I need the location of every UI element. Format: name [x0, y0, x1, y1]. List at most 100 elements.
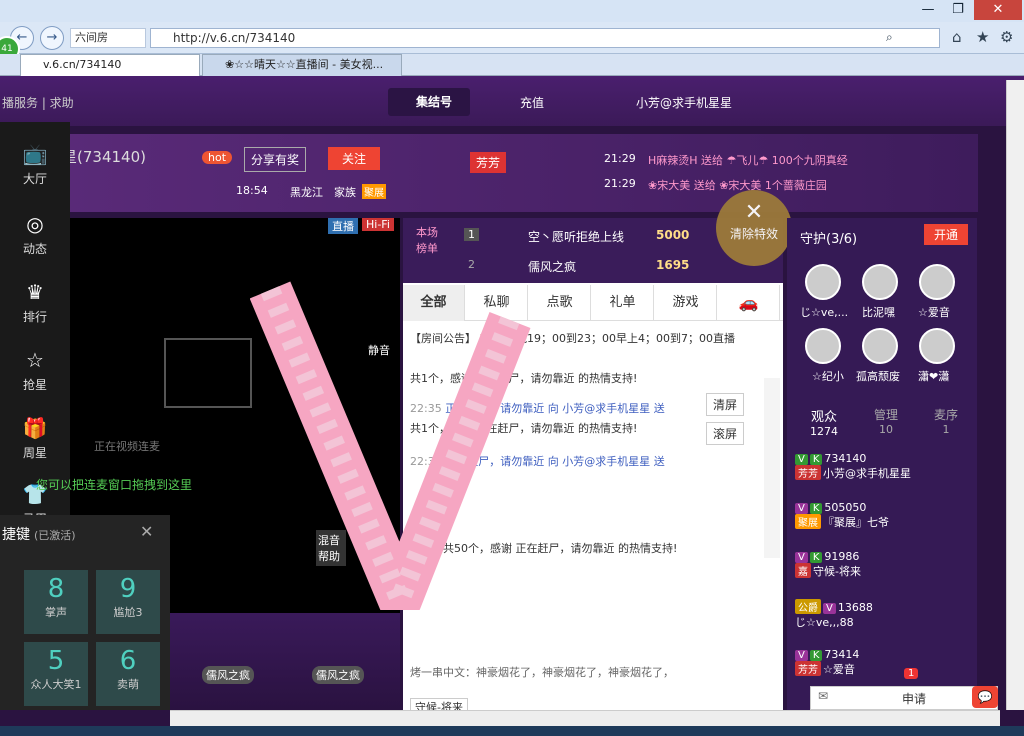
close-icon[interactable]: ✕	[140, 522, 153, 541]
gather-button[interactable]: 集结号	[388, 88, 470, 116]
family-badge: 聚展	[362, 184, 386, 199]
clear-screen-button[interactable]: 清屏	[706, 393, 745, 416]
vip-badge: V	[795, 454, 808, 465]
guard-avatar-5[interactable]	[862, 328, 898, 364]
msg-count-badge: 1	[904, 668, 919, 679]
recharge-link[interactable]: 充值	[520, 94, 544, 111]
shortcut-status: (已激活)	[34, 529, 76, 542]
waiting-text: 正在视频连麦	[94, 440, 160, 453]
rank-2-score: 1695	[656, 258, 690, 272]
gear-icon[interactable]: ⚙	[1000, 28, 1013, 46]
guard-avatar-2[interactable]	[862, 264, 898, 300]
header-links[interactable]: 播服务 | 求助	[2, 94, 74, 111]
rank-2-name[interactable]: 儒风之疯	[528, 258, 576, 275]
chat-scrollbar[interactable]	[764, 378, 780, 558]
key-9[interactable]: 9 尴尬3	[96, 570, 160, 634]
rank-1-score: 5000	[656, 228, 690, 242]
guard-avatar-3[interactable]	[919, 264, 955, 300]
rank-2-num: 2	[468, 258, 475, 271]
sidebar-item-star[interactable]: ☆ 抢星	[0, 336, 70, 402]
feed-time-2: 21:29	[604, 177, 636, 190]
star-icon[interactable]: ★	[976, 28, 989, 46]
home-icon[interactable]: ⌂	[952, 28, 962, 46]
rank-label[interactable]: 本场榜单	[416, 224, 446, 256]
car-icon[interactable]: 🚗	[718, 285, 780, 321]
site-header	[0, 76, 1024, 126]
list-item[interactable]: 公爵 V 13688 じ☆ve,,,88	[795, 599, 975, 647]
hot-badge: hot	[202, 151, 233, 164]
tab-second[interactable]: ❀☆☆晴天☆☆直播间 - 美女视...	[202, 54, 402, 76]
page-scrollbar[interactable]	[1006, 80, 1024, 710]
open-guard-button[interactable]: 开通	[924, 224, 969, 245]
guard-name-1: じ☆ve,...	[800, 306, 849, 319]
tab-queue[interactable]: 麦序 1	[926, 406, 966, 436]
vip-badge: V	[823, 603, 836, 614]
room-time: 18:54	[236, 184, 268, 197]
star-outline-icon: ☆	[26, 348, 44, 372]
apply-button[interactable]: 申请	[902, 690, 926, 707]
vip-badge: V	[795, 503, 808, 514]
scroll-lock-button[interactable]: 滚屏	[706, 422, 745, 445]
search-icon[interactable]: ⌕	[886, 30, 893, 45]
broadcast-line: 烤一串中文：神豪烟花了，神豪烟花了，神豪烟花了，	[410, 666, 674, 679]
seat-area	[170, 613, 400, 710]
key-8[interactable]: 8 掌声	[24, 570, 88, 634]
list-item[interactable]: V K 91986 嘉守候-将来	[795, 550, 975, 598]
close-button[interactable]: ✕	[974, 0, 1022, 20]
guard-name-5: 孤高颓废	[856, 370, 900, 383]
key-6[interactable]: 6 卖萌	[96, 642, 160, 706]
guard-avatar-1[interactable]	[805, 264, 841, 300]
tv-icon: 📺	[22, 142, 48, 166]
chat-bubble-icon[interactable]: 💬	[972, 686, 998, 708]
forward-button[interactable]: →	[40, 26, 64, 50]
horizontal-scrollbar[interactable]	[170, 710, 1000, 726]
feed-text-2: ❀宋大美 送给 ❀宋大美 1个蔷薇庄园	[648, 179, 827, 192]
k-badge: K	[809, 454, 823, 465]
close-icon: ✕	[744, 200, 764, 225]
shortcut-title: 捷键	[2, 527, 30, 543]
url-input[interactable]: http://v.6.cn/734140	[150, 28, 940, 48]
gift-effect-animation	[250, 281, 531, 610]
tab-audience[interactable]: 观众 1274	[804, 406, 844, 438]
hifi-badge[interactable]: Hi-Fi	[362, 218, 394, 231]
user-name[interactable]: 小芳@求手机星星	[636, 94, 732, 111]
feed-text-1: H麻辣烫H 送给 ☂飞儿☂ 100个九阴真经	[648, 154, 848, 167]
room-family: 家族	[334, 186, 356, 199]
tab-active[interactable]: v.6.cn/734140	[20, 54, 200, 76]
room-info	[0, 134, 978, 212]
sidebar-item-feed[interactable]: ◎ 动态	[0, 200, 70, 266]
site-chip[interactable]: 六间房	[70, 28, 146, 48]
title-bar	[0, 0, 1024, 22]
guard-avatar-6[interactable]	[919, 328, 955, 364]
sidebar-item-hall[interactable]: 📺 大厅	[0, 130, 70, 196]
clear-effect-button[interactable]: ✕ 清除特效	[716, 190, 792, 266]
vip-badge: V	[795, 552, 808, 563]
share-button[interactable]: 分享有奖	[244, 147, 307, 172]
sidebar-item-week[interactable]: 🎁 周星	[0, 404, 70, 470]
guard-avatar-4[interactable]	[805, 328, 841, 364]
feed-time-1: 21:29	[604, 152, 636, 165]
seat-1[interactable]: 儒风之疯	[202, 666, 254, 684]
sidebar-item-rank[interactable]: ♛ 排行	[0, 268, 70, 334]
rank-1-name[interactable]: 空丶愿听拒绝上线	[528, 228, 624, 245]
taskbar	[0, 726, 1024, 736]
mail-icon[interactable]: ✉	[818, 689, 828, 703]
rank-1-num: 1	[464, 228, 479, 241]
tab-gifts[interactable]: 礼单	[592, 285, 654, 321]
anchor-tag: 芳芳	[470, 152, 507, 173]
list-item[interactable]: V K 505050 聚展 『聚展』七爷	[795, 501, 975, 549]
list-item[interactable]: V K 734140 芳芳 小芳@求手机星星	[795, 452, 975, 500]
maximize-button[interactable]: ❐	[944, 0, 972, 20]
key-5[interactable]: 5 众人大笑1	[24, 642, 88, 706]
room-place: 黑龙江	[290, 186, 323, 199]
guard-name-4: ☆纪小	[812, 370, 844, 383]
mic-slot-icon	[164, 338, 252, 408]
tab-admin[interactable]: 管理 10	[866, 406, 906, 436]
drag-tip: 您可以把连麦窗口拖拽到这里	[36, 478, 193, 492]
guard-name-6: 瀟❤瀟	[918, 370, 950, 383]
follow-button[interactable]: 关注	[328, 147, 381, 170]
tab-games[interactable]: 游戏	[655, 285, 717, 321]
k-badge: K	[809, 552, 823, 563]
minimize-button[interactable]: —	[914, 0, 942, 20]
seat-2[interactable]: 儒风之疯	[312, 666, 364, 684]
